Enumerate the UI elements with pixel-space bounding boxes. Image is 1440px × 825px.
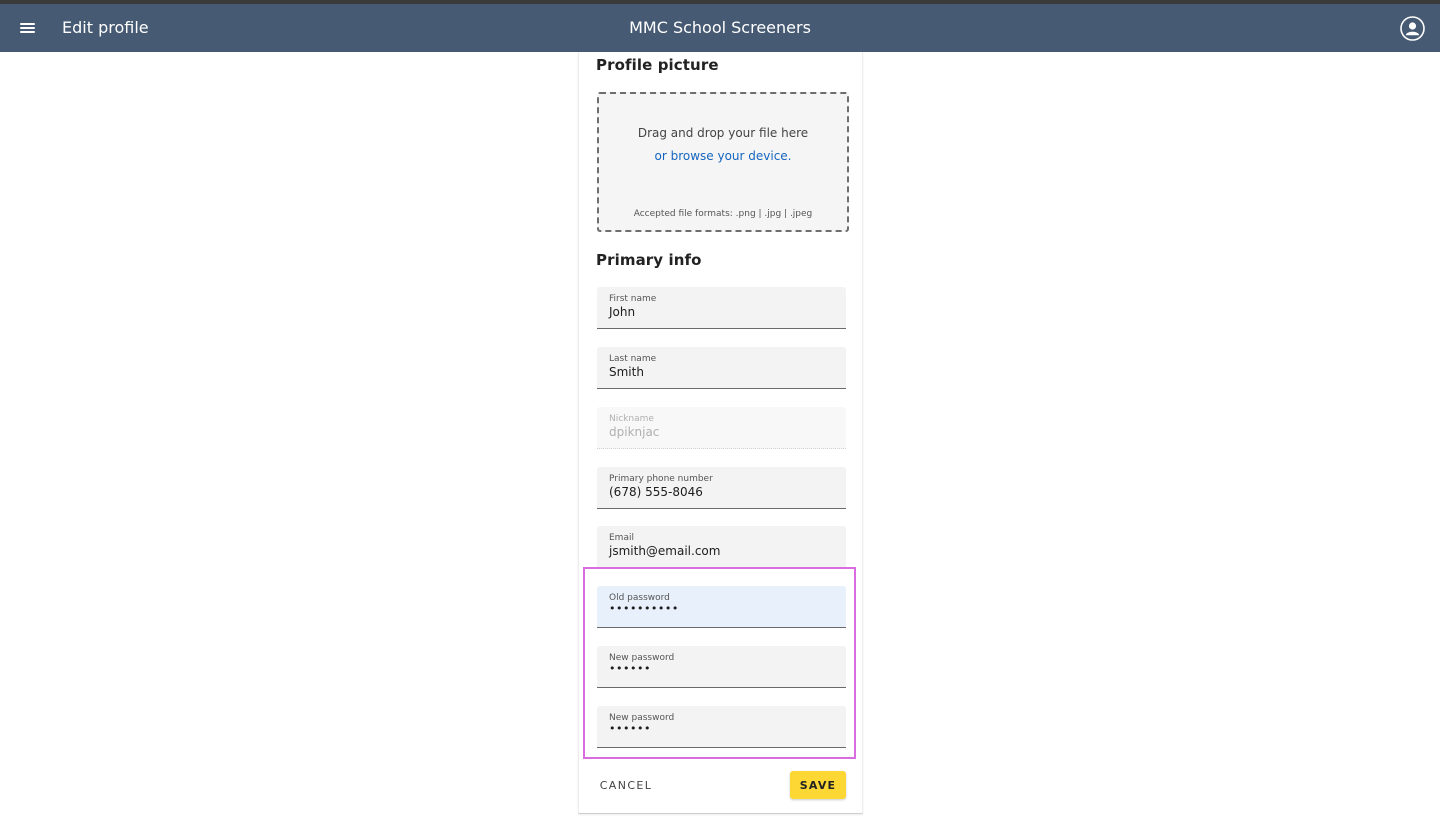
- field-value: John: [609, 305, 636, 319]
- confirm-new-password-field[interactable]: New password ••••••: [597, 706, 846, 748]
- app-bar: Edit profile MMC School Screeners: [0, 4, 1440, 52]
- hamburger-menu-icon[interactable]: [16, 16, 40, 40]
- app-title: MMC School Screeners: [629, 18, 811, 37]
- dropzone-text: Drag and drop your file here: [637, 126, 809, 140]
- old-password-field[interactable]: Old password ••••••••••: [597, 586, 846, 628]
- field-value: Smith: [609, 365, 644, 379]
- field-label: Last name: [609, 354, 657, 364]
- last-name-field[interactable]: Last name Smith: [597, 347, 846, 389]
- field-value: jsmith@email.com: [609, 544, 721, 558]
- profile-picture-heading: Profile picture: [596, 56, 719, 74]
- email-field[interactable]: Email jsmith@email.com: [597, 526, 846, 568]
- save-button[interactable]: SAVE: [790, 771, 846, 799]
- edit-profile-card: Profile picture Drag and drop your file …: [578, 52, 863, 814]
- field-value: (678) 555-8046: [609, 485, 703, 499]
- account-circle-icon[interactable]: [1400, 16, 1425, 41]
- file-dropzone[interactable]: Drag and drop your file here or browse y…: [597, 92, 849, 232]
- field-value: dpiknjac: [609, 425, 660, 439]
- field-label: Email: [609, 533, 634, 543]
- field-value: ••••••: [609, 662, 651, 675]
- field-value: ••••••: [609, 722, 651, 735]
- field-label: Nickname: [609, 414, 654, 424]
- cancel-button[interactable]: CANCEL: [594, 771, 658, 799]
- first-name-field[interactable]: First name John: [597, 287, 846, 329]
- field-label: Primary phone number: [609, 474, 713, 484]
- primary-info-heading: Primary info: [596, 251, 702, 269]
- nickname-field: Nickname dpiknjac: [597, 407, 846, 449]
- page-title: Edit profile: [62, 18, 149, 37]
- field-label: First name: [609, 294, 657, 304]
- primary-phone-field[interactable]: Primary phone number (678) 555-8046: [597, 467, 846, 509]
- field-value: ••••••••••: [609, 602, 679, 615]
- accepted-formats-text: Accepted file formats: .png | .jpg | .jp…: [633, 209, 813, 219]
- new-password-field[interactable]: New password ••••••: [597, 646, 846, 688]
- browse-device-link[interactable]: or browse your device.: [599, 149, 847, 163]
